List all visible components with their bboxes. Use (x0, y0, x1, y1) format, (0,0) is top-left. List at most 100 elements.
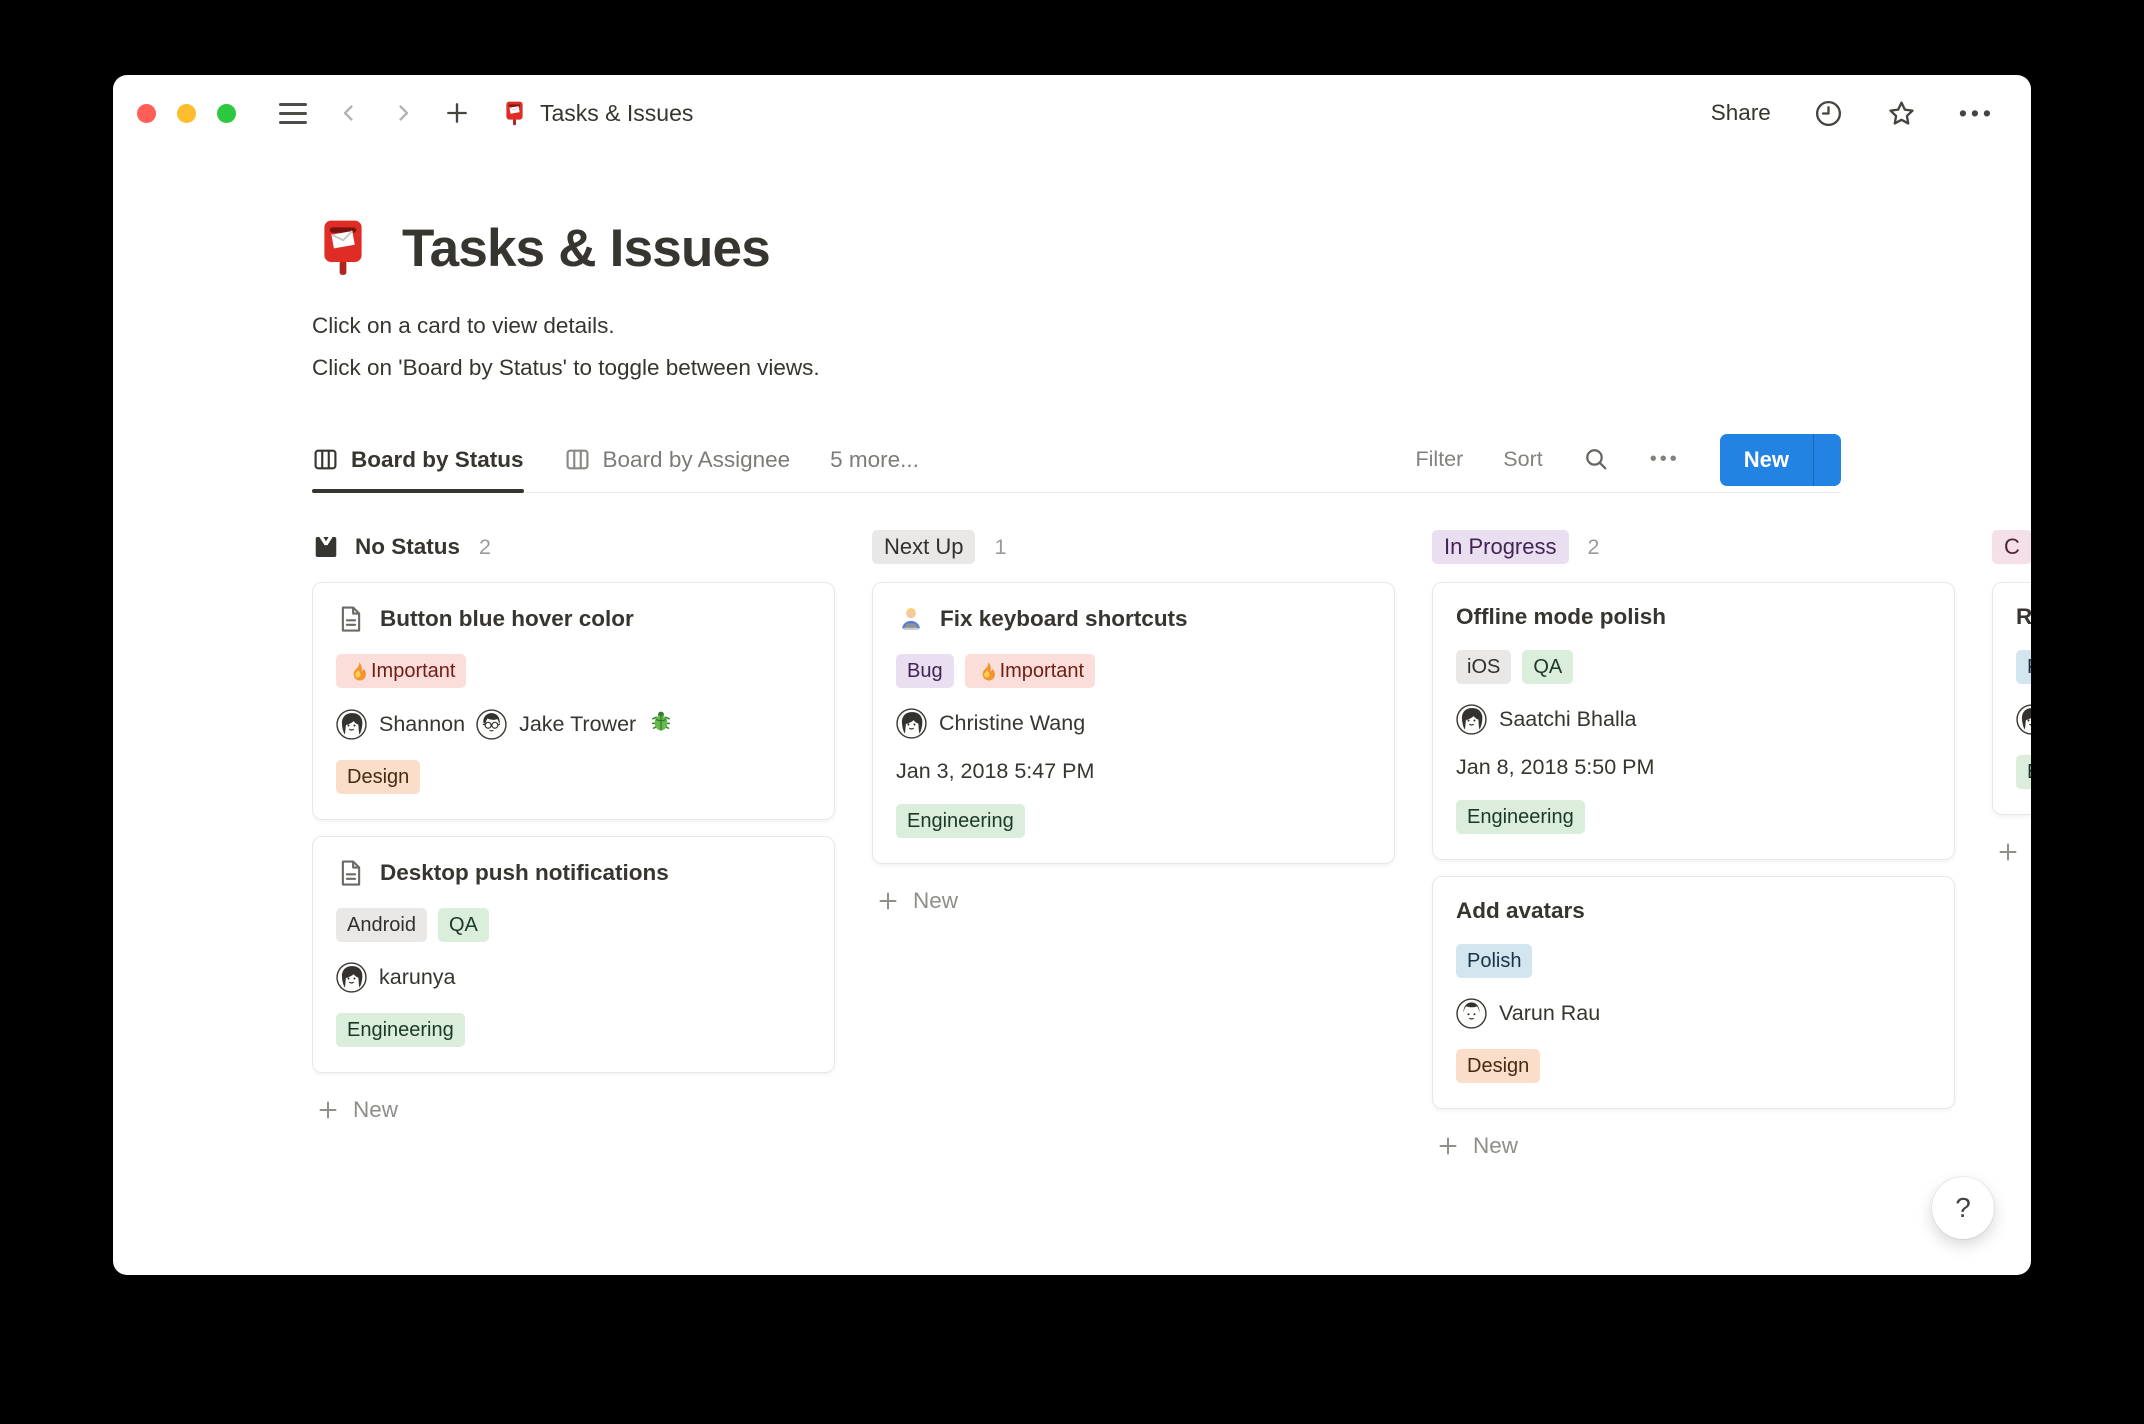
close-window-button[interactable] (137, 103, 156, 123)
card-title: Add avatars (1456, 898, 1585, 923)
add-card-button[interactable]: New (876, 888, 1395, 914)
card-title: Button blue hover color (380, 606, 634, 631)
back-icon[interactable] (337, 101, 361, 125)
column-header-c[interactable]: C (1992, 527, 2031, 567)
tag-qa: QA (1522, 650, 1574, 684)
card-property-row: Saatchi Bhalla (1456, 704, 1931, 735)
tag-engineering: Engineering (896, 804, 1025, 838)
tag-label: Important (999, 660, 1085, 682)
breadcrumb-title: Tasks & Issues (540, 99, 694, 126)
sidebar-toggle-icon[interactable] (279, 102, 307, 124)
tag-label: Engineering (347, 1019, 454, 1041)
board-card-re[interactable]: Re P E (1992, 582, 2031, 815)
card-title-row: Button blue hover color (336, 604, 811, 634)
column-name-badge: C (1992, 530, 2031, 564)
card-title: Offline mode polish (1456, 604, 1667, 629)
column-count: 2 (1587, 534, 1600, 559)
tag-label: P (2027, 654, 2031, 680)
column-header-no-status[interactable]: No Status 2 (312, 527, 835, 567)
card-property-row: Engineering (896, 804, 1371, 838)
board-card-add-avatars[interactable]: Add avatars Polish Varun Rau Design (1432, 876, 1955, 1109)
add-card-button[interactable]: New (1996, 839, 2031, 865)
sort-button[interactable]: Sort (1503, 447, 1542, 472)
card-property-row: Design (336, 760, 811, 794)
updates-clock-icon[interactable] (1813, 98, 1844, 129)
card-property-row: Christine Wang (896, 708, 1371, 739)
card-property-row: Engineering (1456, 800, 1931, 834)
plus-icon (316, 1098, 340, 1122)
card-date: Jan 3, 2018 5:47 PM (896, 759, 1095, 783)
board-card-offline-mode-polish[interactable]: Offline mode polish iOS QA Saatchi Bhalla Ja… (1432, 582, 1955, 860)
technologist-emoji-icon (896, 604, 926, 634)
page-description-line: Click on 'Board by Status' to toggle bet… (312, 355, 820, 380)
share-button[interactable]: Share (1711, 100, 1771, 126)
column-count: 2 (479, 534, 491, 559)
minimize-window-button[interactable] (177, 103, 196, 123)
tab-board-by-assignee[interactable]: Board by Assignee (564, 427, 790, 492)
avatar (1456, 704, 1487, 735)
help-button[interactable]: ? (1932, 1177, 1994, 1239)
tag-label: Android (347, 914, 416, 936)
beetle-icon (648, 708, 674, 734)
new-button[interactable]: New (1720, 434, 1813, 486)
tag-p: P (2016, 650, 2031, 684)
board-card-fix-keyboard-shortcuts[interactable]: Fix keyboard shortcuts Bug Important Christ… (872, 582, 1395, 864)
person-jake-trower: Jake Trower (476, 708, 674, 740)
column-header-in-progress[interactable]: In Progress 2 (1432, 527, 1955, 567)
person-name: Saatchi Bhalla (1499, 707, 1637, 731)
tag-label: Polish (1467, 950, 1522, 972)
card-title-row: Add avatars (1456, 898, 1931, 924)
beetle-emoji-icon (648, 708, 674, 740)
titlebar: Tasks & Issues Share ••• (113, 75, 2031, 151)
card-property-row: iOS QA (1456, 650, 1931, 684)
card-property-row: Important (336, 654, 811, 688)
tag-qa: QA (437, 908, 489, 942)
zoom-window-button[interactable] (217, 103, 236, 123)
avatar (896, 708, 927, 739)
tag-ios: iOS (1456, 650, 1512, 684)
card-title: Desktop push notifications (380, 860, 669, 885)
filter-button[interactable]: Filter (1416, 447, 1464, 472)
favorite-star-icon[interactable] (1886, 98, 1917, 129)
new-page-icon[interactable] (443, 99, 471, 127)
new-dropdown-chevron-icon[interactable] (1814, 434, 1841, 461)
tag-android: Android (336, 908, 427, 942)
tag-label: Bug (907, 660, 943, 682)
forward-icon[interactable] (391, 101, 415, 125)
column-header-next-up[interactable]: Next Up 1 (872, 527, 1395, 567)
card-property-row (2016, 704, 2031, 735)
view-options-icon[interactable]: ••• (1650, 448, 1680, 471)
tag-label: Design (347, 766, 410, 788)
more-options-icon[interactable]: ••• (1959, 100, 1995, 127)
tag-label: E (2027, 759, 2031, 785)
board-view-icon (564, 446, 591, 473)
search-icon[interactable] (1583, 446, 1610, 473)
add-card-button[interactable]: New (1436, 1133, 1955, 1159)
tag-design: Design (1456, 1049, 1541, 1083)
tab-board-by-status[interactable]: Board by Status (312, 427, 524, 493)
tag-label: QA (1533, 656, 1563, 678)
card-property-row: Bug Important (896, 654, 1371, 688)
more-views-link[interactable]: 5 more... (830, 447, 919, 473)
breadcrumb[interactable]: Tasks & Issues (501, 100, 693, 127)
card-title-row: Desktop push notifications (336, 858, 811, 888)
kanban-board: No Status 2 Button blue hover color Importa… (312, 527, 2031, 1159)
flame-icon (347, 660, 369, 682)
view-tab-bar: Board by Status Board by Assignee 5 more.… (312, 427, 1841, 493)
new-record-button-group: New (1719, 433, 1841, 486)
add-card-button[interactable]: New (316, 1097, 835, 1123)
column-name: No Status (355, 534, 461, 559)
plus-icon (1996, 840, 2020, 864)
avatar (336, 962, 367, 993)
person-name: Shannon (379, 711, 466, 736)
page-icon (336, 604, 366, 634)
avatar (2016, 704, 2031, 735)
board-column-c: C Re P E New (1992, 527, 2031, 1159)
plus-icon (1436, 1134, 1460, 1158)
tag-design: Design (336, 760, 421, 794)
board-card-desktop-push-notifications[interactable]: Desktop push notifications Android QA karun… (312, 836, 835, 1073)
page-title: Tasks & Issues (402, 218, 771, 278)
tag-engineering: Engineering (336, 1013, 465, 1047)
person-shannon: Shannon (336, 708, 466, 740)
board-card-button-blue-hover-color[interactable]: Button blue hover color Important Shannon J… (312, 582, 835, 820)
